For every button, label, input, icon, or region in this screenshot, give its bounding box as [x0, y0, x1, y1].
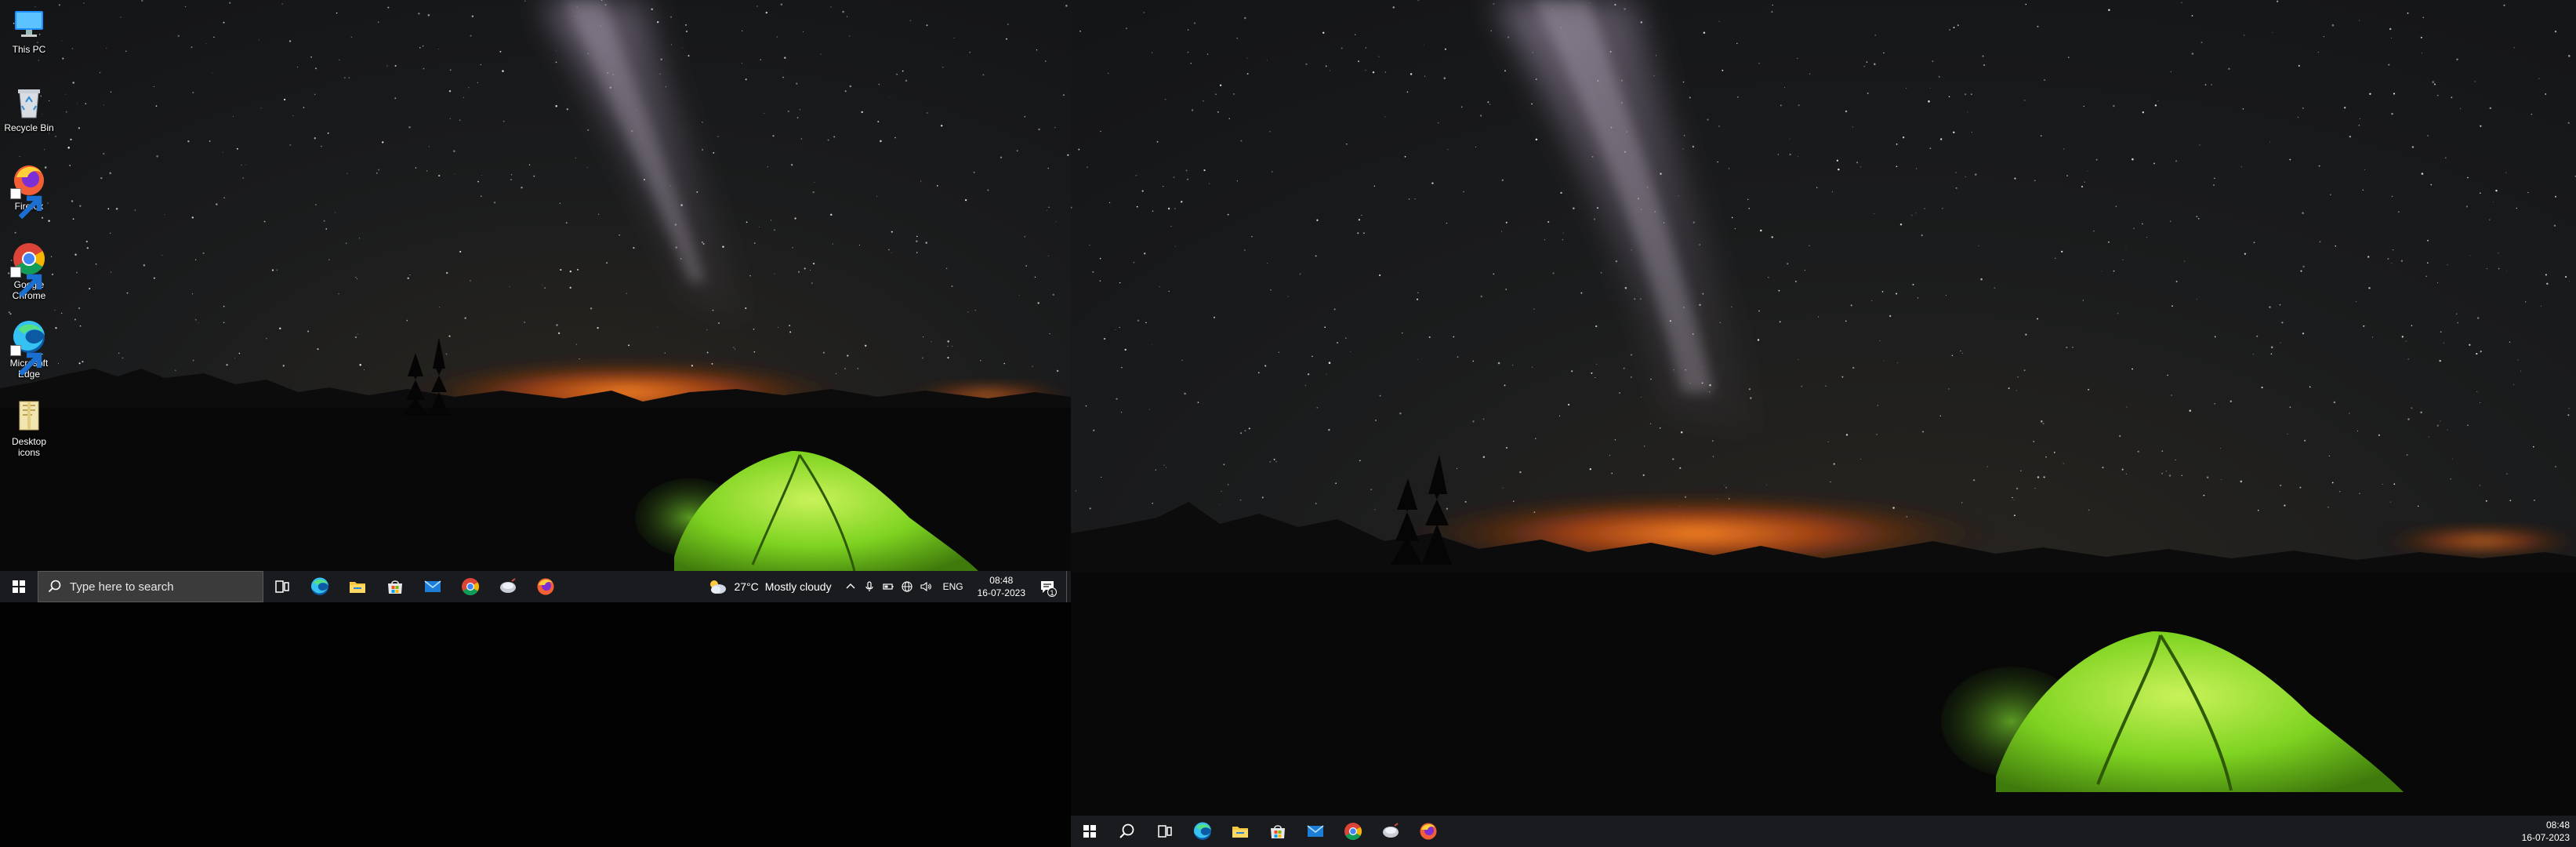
- desktop-icon-microsoft-edge[interactable]: Microsoft Edge: [2, 318, 56, 380]
- task-view-button[interactable]: [1146, 816, 1184, 847]
- search-placeholder: Type here to search: [70, 580, 174, 594]
- battery-icon: [882, 583, 894, 590]
- desktop-icon-label: This PC: [12, 44, 46, 55]
- firefox-icon: [10, 162, 48, 220]
- tray-microphone[interactable]: [860, 571, 879, 602]
- windows-logo-icon: [1083, 825, 1096, 838]
- edge-icon: [310, 577, 328, 595]
- chrome-icon: [1344, 823, 1362, 840]
- microphone-icon: [865, 581, 873, 591]
- show-hidden-icons-button[interactable]: [841, 571, 860, 602]
- taskbar-search-box[interactable]: Type here to search: [38, 571, 263, 602]
- partly-cloudy-icon: [709, 580, 726, 594]
- file-explorer-icon: [350, 582, 365, 593]
- taskbar-app-chrome[interactable]: [1334, 816, 1372, 847]
- desktop-icon-desktop-icons[interactable]: Desktop icons: [2, 397, 56, 458]
- taskbar-app-firefox[interactable]: [1410, 816, 1447, 847]
- taskbar-app-mail[interactable]: [1297, 816, 1334, 847]
- taskbar-app-cleanup-tool[interactable]: [489, 571, 527, 602]
- desktop-icon-firefox[interactable]: Firefox: [2, 162, 56, 220]
- weather-temperature: 27°C: [734, 580, 759, 593]
- taskbar-app-microsoft-store[interactable]: [376, 571, 414, 602]
- taskbar-app-microsoft-store[interactable]: [1259, 816, 1297, 847]
- taskbar-app-edge[interactable]: [1184, 816, 1221, 847]
- taskbar-app-firefox[interactable]: [527, 571, 564, 602]
- firefox-icon: [1420, 823, 1437, 840]
- search-icon: [48, 580, 61, 593]
- search-icon: [1119, 823, 1134, 838]
- chevron-up-icon: [846, 583, 855, 589]
- desktop-icon-google-chrome[interactable]: Google Chrome: [2, 240, 56, 301]
- clock-date: 16-07-2023: [977, 587, 1025, 598]
- input-language[interactable]: ENG: [935, 581, 971, 592]
- computer-icon: [10, 5, 48, 42]
- recycle-bin-icon: [10, 83, 48, 121]
- tray-network[interactable]: [898, 571, 916, 602]
- firefox-icon: [537, 578, 554, 595]
- desktop-wallpaper: [0, 0, 1071, 602]
- shortcut-arrow-icon: [10, 345, 42, 376]
- edge-icon: [1193, 822, 1211, 840]
- search-button[interactable]: [1108, 816, 1146, 847]
- cleanup-tool-icon: [1383, 823, 1399, 838]
- document-icon: [10, 397, 48, 434]
- right-monitor: 08:48 16-07-2023: [1071, 0, 2576, 847]
- taskbar-right: 08:48 16-07-2023: [1071, 816, 2576, 847]
- chrome-icon: [10, 240, 48, 298]
- shortcut-arrow-icon: [10, 188, 42, 220]
- task-view-icon: [1158, 825, 1172, 838]
- taskbar-app-mail[interactable]: [414, 571, 452, 602]
- clock-time: 08:48: [989, 575, 1014, 586]
- file-explorer-icon: [1232, 827, 1248, 838]
- tray-battery[interactable]: [879, 571, 898, 602]
- notification-count-badge: 1: [1047, 587, 1057, 597]
- taskbar-app-file-explorer[interactable]: [339, 571, 376, 602]
- mail-icon: [1307, 825, 1324, 837]
- system-tray: ENG 08:48 16-07-2023 1: [841, 571, 1071, 602]
- task-view-button[interactable]: [263, 571, 301, 602]
- taskbar-app-file-explorer[interactable]: [1221, 816, 1259, 847]
- clock-time: 08:48: [2545, 820, 2570, 831]
- clock-date: 16-07-2023: [2521, 832, 2570, 843]
- weather-widget[interactable]: 27°C Mostly cloudy: [697, 571, 841, 602]
- desktop-icon-this-pc[interactable]: This PC: [2, 5, 56, 55]
- taskbar-app-edge[interactable]: [301, 571, 339, 602]
- desktop-icon-recycle-bin[interactable]: Recycle Bin: [2, 83, 56, 133]
- microsoft-store-icon: [1271, 825, 1285, 838]
- edge-icon: [10, 318, 48, 376]
- chrome-icon: [462, 578, 479, 595]
- left-monitor: This PC Recycle Bin Firefox Google Chrom…: [0, 0, 1071, 602]
- taskbar-app-cleanup-tool[interactable]: [1372, 816, 1410, 847]
- desktop-icon-label: Recycle Bin: [4, 122, 54, 133]
- taskbar-left: Type here to search 27°C Mostly cloudy E…: [0, 571, 1071, 602]
- cleanup-tool-icon: [500, 578, 516, 593]
- desktop-wallpaper: [1071, 0, 2576, 847]
- taskbar-app-chrome[interactable]: [452, 571, 489, 602]
- taskbar-clock[interactable]: 08:48 16-07-2023: [2522, 819, 2576, 844]
- windows-logo-icon: [13, 580, 25, 593]
- unused-display-area: [0, 602, 1071, 847]
- mail-icon: [424, 580, 441, 592]
- task-view-icon: [275, 580, 289, 593]
- start-button[interactable]: [0, 571, 38, 602]
- shortcut-arrow-icon: [10, 267, 42, 298]
- tray-volume[interactable]: [916, 571, 935, 602]
- notification-center-button[interactable]: 1: [1032, 571, 1063, 602]
- microsoft-store-icon: [388, 580, 402, 594]
- globe-icon: [901, 581, 912, 592]
- weather-condition: Mostly cloudy: [764, 580, 832, 593]
- speaker-icon: [920, 581, 931, 592]
- start-button[interactable]: [1071, 816, 1108, 847]
- taskbar-clock[interactable]: 08:48 16-07-2023: [971, 574, 1032, 599]
- desktop-icon-label: Desktop icons: [11, 436, 47, 458]
